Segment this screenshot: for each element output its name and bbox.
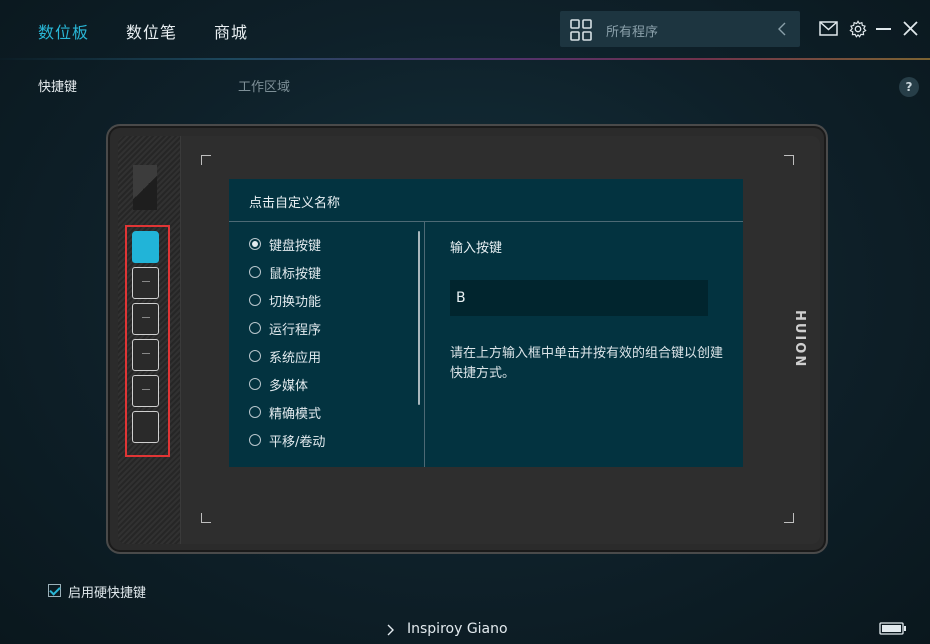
radio-icon — [249, 378, 261, 390]
option-label: 系统应用 — [269, 351, 322, 366]
express-key-6[interactable] — [132, 411, 159, 443]
app-selector[interactable]: 所有程序 — [560, 11, 800, 47]
app-selector-placeholder: 所有程序 — [606, 25, 659, 40]
chevron-left-icon[interactable] — [776, 20, 788, 38]
option-multimedia[interactable]: 多媒体 — [249, 375, 389, 395]
area-corner-br — [784, 513, 794, 523]
option-switch-function[interactable]: 切换功能 — [249, 291, 389, 311]
area-corner-tr — [784, 155, 794, 165]
input-keys-title: 输入按键 — [450, 241, 503, 256]
chevron-right-icon[interactable] — [386, 623, 396, 637]
grid-icon — [570, 19, 592, 41]
option-list-scrollbar[interactable] — [418, 231, 420, 405]
radio-icon — [249, 294, 261, 306]
option-keyboard-keys[interactable]: 键盘按键 — [249, 235, 389, 255]
dialog-divider — [229, 221, 743, 222]
option-label: 键盘按键 — [269, 239, 322, 254]
radio-icon — [249, 238, 261, 250]
option-precision-mode[interactable]: 精确模式 — [249, 403, 389, 423]
express-key-3[interactable] — [132, 303, 159, 335]
option-run-program[interactable]: 运行程序 — [249, 319, 389, 339]
tab-pen[interactable]: 数位笔 — [126, 19, 177, 43]
top-bar: 数位板 数位笔 商城 所有程序 — [0, 0, 930, 58]
tab-tablet[interactable]: 数位板 — [38, 19, 89, 43]
option-system-apps[interactable]: 系统应用 — [249, 347, 389, 367]
option-label: 平移/卷动 — [269, 435, 326, 450]
express-key-5[interactable] — [132, 375, 159, 407]
option-label: 运行程序 — [269, 323, 322, 338]
option-mouse-keys[interactable]: 鼠标按键 — [249, 263, 389, 283]
option-label: 多媒体 — [269, 379, 309, 394]
shortcut-input[interactable] — [450, 280, 708, 316]
minimize-icon[interactable] — [874, 20, 894, 38]
shortcut-hint: 请在上方输入框中单击并按有效的组合键以创建快捷方式。 — [450, 346, 724, 381]
radio-icon — [249, 350, 261, 362]
device-name[interactable]: Inspiroy Giano — [407, 621, 508, 637]
hw-shortcut-label[interactable]: 启用硬快捷键 — [68, 582, 146, 601]
close-icon[interactable] — [901, 20, 921, 38]
area-corner-bl — [201, 513, 211, 523]
dialog-column-divider — [424, 222, 425, 467]
radio-icon — [249, 406, 261, 418]
help-icon[interactable]: ? — [899, 77, 919, 97]
area-corner-tl — [201, 155, 211, 165]
hw-shortcut-checkbox[interactable] — [48, 584, 61, 597]
tablet-logo-mark — [133, 165, 157, 210]
radio-icon — [249, 434, 261, 446]
option-label: 精确模式 — [269, 407, 322, 422]
tablet-brand-logo: HUION — [792, 310, 807, 369]
express-key-4[interactable] — [132, 339, 159, 371]
accent-divider — [0, 58, 930, 60]
express-key-1[interactable] — [132, 231, 159, 263]
subtab-shortcuts[interactable]: 快捷键 — [38, 76, 77, 95]
battery-icon — [879, 622, 906, 635]
key-function-dialog: 点击自定义名称 键盘按键 鼠标按键 切换功能 运行程序 系统应用 多媒体 精确模… — [229, 179, 743, 467]
radio-icon — [249, 266, 261, 278]
option-pan-scroll[interactable]: 平移/卷动 — [249, 431, 389, 451]
gear-icon[interactable] — [848, 20, 868, 38]
tab-store[interactable]: 商城 — [214, 19, 248, 43]
dialog-title[interactable]: 点击自定义名称 — [249, 192, 340, 211]
option-label: 鼠标按键 — [269, 267, 322, 282]
express-key-2[interactable] — [132, 267, 159, 299]
mail-icon[interactable] — [819, 20, 839, 38]
subtab-work-area[interactable]: 工作区域 — [238, 76, 290, 95]
option-label: 切换功能 — [269, 295, 322, 310]
radio-icon — [249, 322, 261, 334]
